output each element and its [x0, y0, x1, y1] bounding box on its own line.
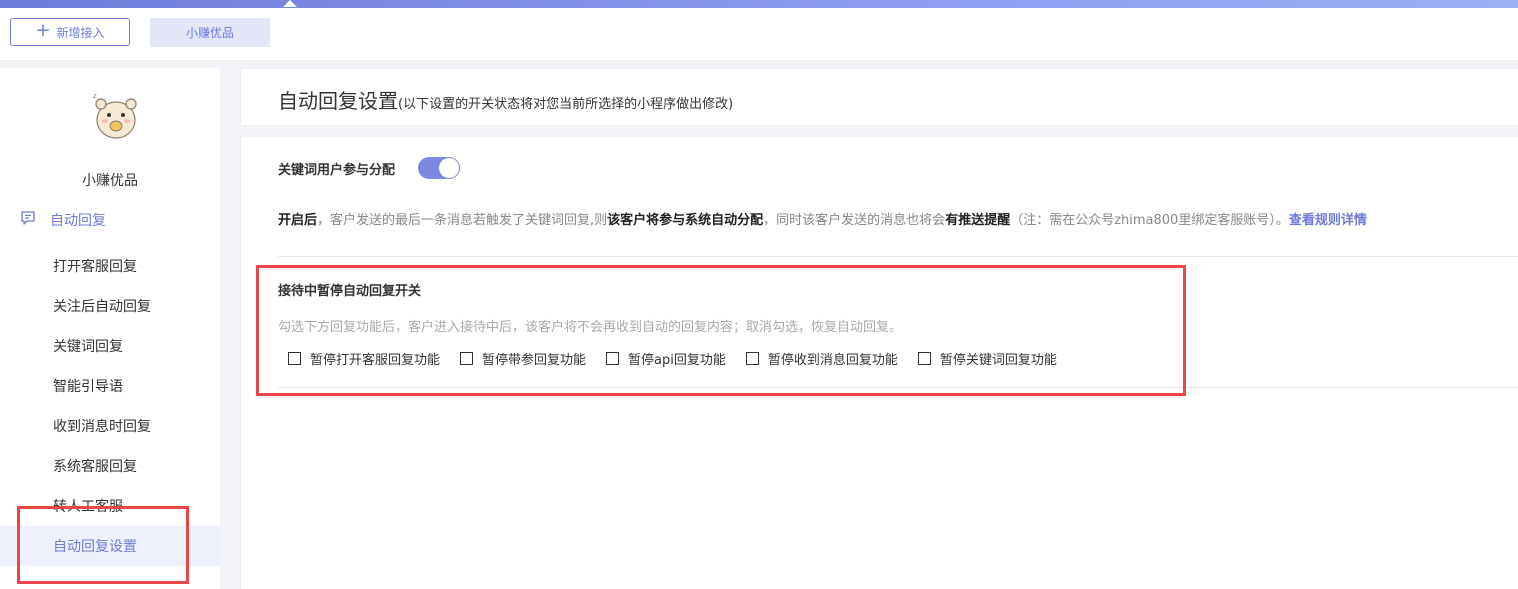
tab-bar: + 新增接入 小赚优品	[0, 8, 1518, 61]
main-header: 自动回复设置(以下设置的开关状态将对您当前所选择的小程序做出修改)	[240, 68, 1518, 126]
topbar-notch	[283, 0, 297, 7]
keyword-toggle-label: 关键词用户参与分配	[278, 162, 396, 178]
top-accent-bar	[0, 0, 1518, 8]
sidebar-item-open-service-reply[interactable]: 打开客服回复	[0, 246, 220, 286]
highlight-box-pause-section	[256, 265, 1186, 396]
sidebar-item-follow-auto-reply[interactable]: 关注后自动回复	[0, 286, 220, 326]
view-rules-link[interactable]: 查看规则详情	[1289, 213, 1367, 228]
page-subtitle: (以下设置的开关状态将对您当前所选择的小程序做出修改)	[398, 97, 734, 112]
desc-part-5: 有推送提醒	[945, 213, 1011, 228]
desc-part-1: 开启后	[278, 213, 318, 228]
plus-icon: +	[35, 20, 51, 41]
desc-part-2: ，客户发送的最后一条消息若触发了关键词回复,则	[317, 213, 608, 228]
menu-parent-auto-reply[interactable]: 自动回复	[20, 210, 106, 230]
app-name: 小赚优品	[82, 173, 138, 189]
divider-top	[278, 256, 1518, 257]
add-access-button[interactable]: + 新增接入	[10, 18, 130, 46]
menu-parent-label: 自动回复	[50, 213, 106, 229]
sidebar-item-message-reply[interactable]: 收到消息时回复	[0, 406, 220, 446]
hamster-icon: z	[90, 90, 142, 142]
page-title-text: 自动回复设置	[278, 89, 398, 113]
sidebar-item-keyword-reply[interactable]: 关键词回复	[0, 326, 220, 366]
keyword-description: 开启后，客户发送的最后一条消息若触发了关键词回复,则该客户将参与系统自动分配，同…	[278, 209, 1367, 228]
desc-part-6: （注：需在公众号zhima800里绑定客服账号）。	[1010, 213, 1289, 228]
keyword-toggle-switch[interactable]	[418, 157, 461, 179]
desc-part-4: ，同时该客户发送的消息也将会	[763, 213, 946, 228]
keyword-toggle-row: 关键词用户参与分配	[278, 157, 461, 179]
desc-part-3: 该客户将参与系统自动分配	[607, 213, 764, 228]
highlight-box-sidebar-item	[17, 506, 189, 584]
page-title: 自动回复设置(以下设置的开关状态将对您当前所选择的小程序做出修改)	[278, 85, 733, 114]
toggle-knob	[439, 158, 460, 178]
sidebar-item-system-service-reply[interactable]: 系统客服回复	[0, 446, 220, 486]
tab-app[interactable]: 小赚优品	[150, 18, 270, 47]
sidebar-item-smart-guide[interactable]: 智能引导语	[0, 366, 220, 406]
chat-icon	[20, 210, 36, 230]
svg-text:z: z	[93, 92, 97, 100]
add-access-label: 新增接入	[56, 25, 105, 40]
